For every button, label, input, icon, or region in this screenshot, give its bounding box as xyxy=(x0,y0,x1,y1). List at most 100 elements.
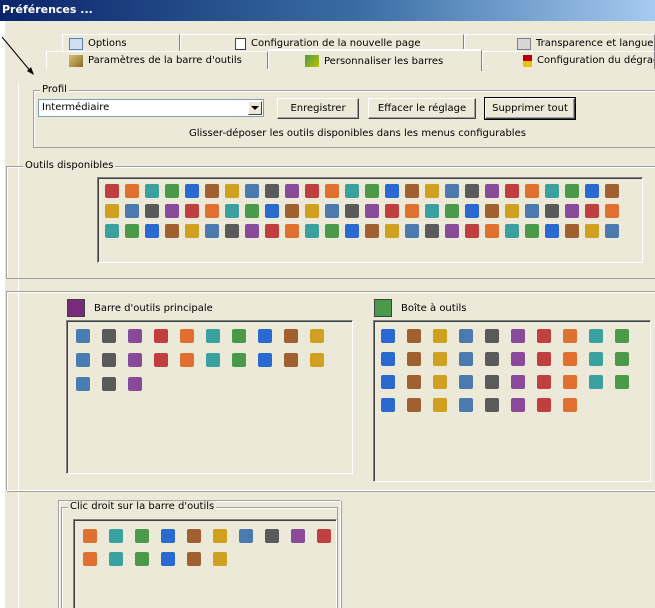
tool-icon[interactable] xyxy=(508,372,528,392)
tab-gradient-config[interactable]: Configuration du dégradé xyxy=(482,51,655,69)
tool-icon[interactable] xyxy=(462,201,482,221)
tool-icon[interactable] xyxy=(612,326,632,346)
tool-icon[interactable] xyxy=(482,395,502,415)
tool-icon[interactable] xyxy=(522,221,542,241)
tool-icon[interactable] xyxy=(560,395,580,415)
tool-icon[interactable] xyxy=(229,326,249,346)
tool-icon[interactable] xyxy=(151,326,171,346)
tool-icon[interactable] xyxy=(562,201,582,221)
tool-icon[interactable] xyxy=(362,181,382,201)
tool-icon[interactable] xyxy=(162,201,182,221)
tool-icon[interactable] xyxy=(158,549,178,569)
tool-icon[interactable] xyxy=(262,221,282,241)
tool-icon[interactable] xyxy=(182,201,202,221)
tool-icon[interactable] xyxy=(402,181,422,201)
tool-icon[interactable] xyxy=(158,526,178,546)
tool-icon[interactable] xyxy=(404,372,424,392)
tool-icon[interactable] xyxy=(203,350,223,370)
tool-icon[interactable] xyxy=(404,326,424,346)
tool-icon[interactable] xyxy=(282,201,302,221)
tool-icon[interactable] xyxy=(281,350,301,370)
tool-icon[interactable] xyxy=(142,201,162,221)
tool-icon[interactable] xyxy=(125,350,145,370)
tool-icon[interactable] xyxy=(102,181,122,201)
tool-icon[interactable] xyxy=(462,181,482,201)
tool-icon[interactable] xyxy=(422,181,442,201)
tool-icon[interactable] xyxy=(302,201,322,221)
tool-icon[interactable] xyxy=(456,372,476,392)
tool-icon[interactable] xyxy=(342,221,362,241)
tool-icon[interactable] xyxy=(288,526,308,546)
tool-icon[interactable] xyxy=(307,326,327,346)
tool-icon[interactable] xyxy=(106,526,126,546)
tool-icon[interactable] xyxy=(122,221,142,241)
tool-icon[interactable] xyxy=(442,221,462,241)
tab-customize-bars[interactable]: Personnaliser les barres xyxy=(268,49,482,71)
tool-icon[interactable] xyxy=(404,395,424,415)
tab-transparency[interactable]: Transparence et langue xyxy=(464,34,655,52)
tool-icon[interactable] xyxy=(302,181,322,201)
tool-icon[interactable] xyxy=(502,201,522,221)
tool-icon[interactable] xyxy=(122,181,142,201)
tool-icon[interactable] xyxy=(282,221,302,241)
tool-icon[interactable] xyxy=(482,181,502,201)
tool-icon[interactable] xyxy=(612,349,632,369)
tool-icon[interactable] xyxy=(560,372,580,392)
tool-icon[interactable] xyxy=(281,326,301,346)
tool-icon[interactable] xyxy=(402,201,422,221)
tool-icon[interactable] xyxy=(210,526,230,546)
tool-icon[interactable] xyxy=(99,350,119,370)
tool-icon[interactable] xyxy=(222,201,242,221)
tool-icon[interactable] xyxy=(255,350,275,370)
tool-icon[interactable] xyxy=(582,181,602,201)
tool-icon[interactable] xyxy=(203,326,223,346)
tool-icon[interactable] xyxy=(73,350,93,370)
tab-options[interactable]: Options xyxy=(62,34,180,52)
tool-icon[interactable] xyxy=(542,221,562,241)
tool-icon[interactable] xyxy=(378,326,398,346)
tool-icon[interactable] xyxy=(142,221,162,241)
tool-icon[interactable] xyxy=(102,221,122,241)
tool-icon[interactable] xyxy=(80,526,100,546)
tool-icon[interactable] xyxy=(184,549,204,569)
tool-icon[interactable] xyxy=(422,201,442,221)
tool-icon[interactable] xyxy=(482,349,502,369)
tool-icon[interactable] xyxy=(202,201,222,221)
tool-icon[interactable] xyxy=(562,181,582,201)
tool-icon[interactable] xyxy=(482,372,502,392)
tool-icon[interactable] xyxy=(502,181,522,201)
tool-icon[interactable] xyxy=(612,372,632,392)
tool-icon[interactable] xyxy=(462,221,482,241)
tool-icon[interactable] xyxy=(522,181,542,201)
tool-icon[interactable] xyxy=(602,221,622,241)
tool-icon[interactable] xyxy=(236,526,256,546)
tool-icon[interactable] xyxy=(106,549,126,569)
tool-icon[interactable] xyxy=(322,221,342,241)
tool-icon[interactable] xyxy=(582,201,602,221)
tool-icon[interactable] xyxy=(73,374,93,394)
tool-icon[interactable] xyxy=(586,372,606,392)
tool-icon[interactable] xyxy=(262,201,282,221)
tool-icon[interactable] xyxy=(322,201,342,221)
tool-icon[interactable] xyxy=(534,395,554,415)
tool-icon[interactable] xyxy=(132,549,152,569)
tool-icon[interactable] xyxy=(560,349,580,369)
tab-toolbar-settings[interactable]: Paramètres de la barre d'outils xyxy=(46,51,268,69)
tool-icon[interactable] xyxy=(430,349,450,369)
tool-icon[interactable] xyxy=(99,326,119,346)
tool-icon[interactable] xyxy=(342,201,362,221)
tool-icon[interactable] xyxy=(542,181,562,201)
tool-icon[interactable] xyxy=(522,201,542,221)
tool-icon[interactable] xyxy=(362,201,382,221)
tool-icon[interactable] xyxy=(602,201,622,221)
tool-icon[interactable] xyxy=(456,349,476,369)
tool-icon[interactable] xyxy=(362,221,382,241)
tool-icon[interactable] xyxy=(242,221,262,241)
tool-icon[interactable] xyxy=(177,350,197,370)
tool-icon[interactable] xyxy=(542,201,562,221)
tool-icon[interactable] xyxy=(132,526,152,546)
tool-icon[interactable] xyxy=(307,350,327,370)
tool-icon[interactable] xyxy=(342,181,362,201)
tool-icon[interactable] xyxy=(442,181,462,201)
tool-icon[interactable] xyxy=(202,221,222,241)
